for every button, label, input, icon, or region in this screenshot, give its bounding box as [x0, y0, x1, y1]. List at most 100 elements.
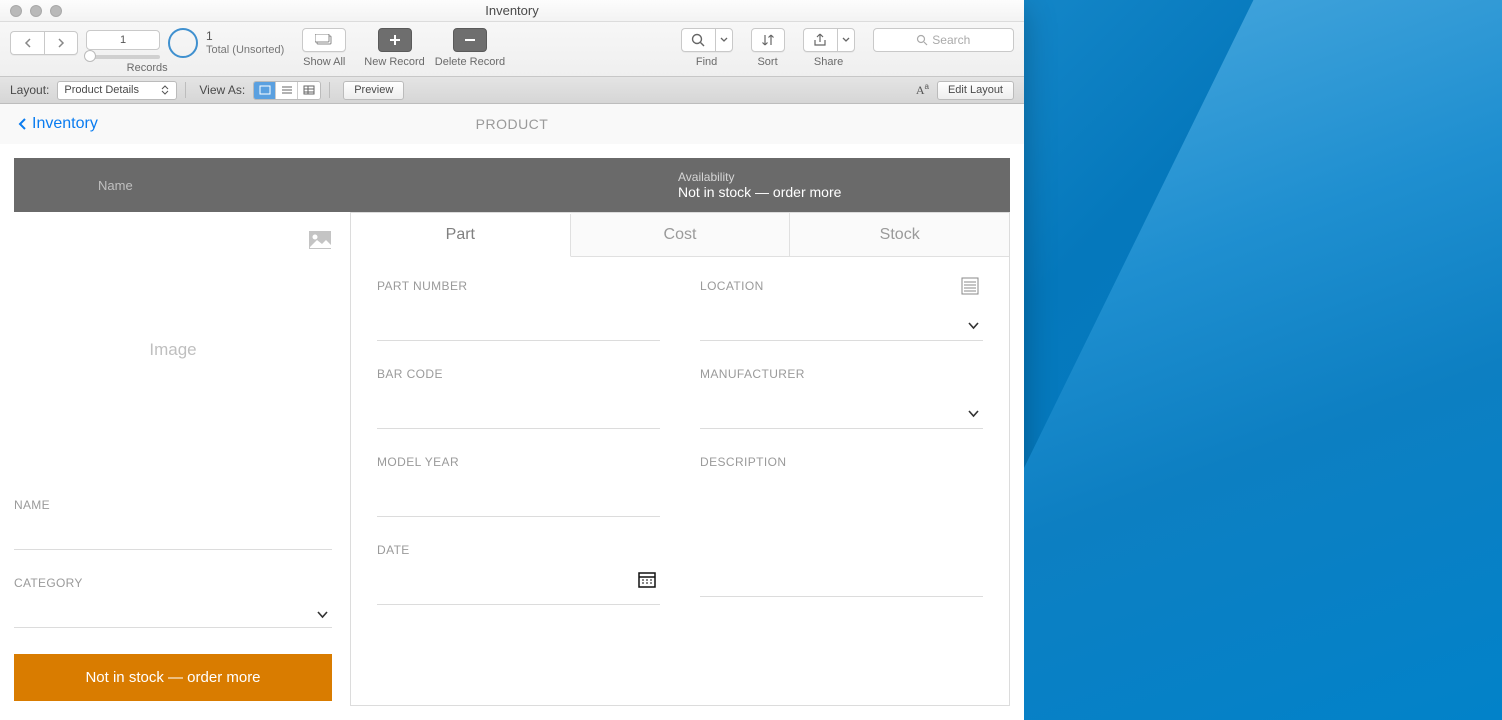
- part-number-input[interactable]: [377, 303, 660, 341]
- availability-value: Not in stock — order more: [678, 184, 841, 200]
- chevron-down-icon: [968, 408, 979, 419]
- form-view-icon: [259, 85, 271, 95]
- bar-code-label: BAR CODE: [377, 367, 660, 381]
- location-select[interactable]: [700, 303, 983, 341]
- tab-stock[interactable]: Stock: [790, 213, 1009, 256]
- view-mode-segment: [253, 81, 321, 100]
- new-record-label: New Record: [364, 56, 425, 68]
- share-menu-button[interactable]: [837, 28, 855, 52]
- calendar-icon: [638, 572, 656, 588]
- category-select[interactable]: [14, 596, 332, 628]
- share-icon: [813, 33, 827, 47]
- records-group: 1 1 Total (Unsorted) Records: [10, 28, 284, 74]
- minimize-icon[interactable]: [30, 5, 42, 17]
- new-record-group: New Record: [364, 28, 425, 68]
- toolbar: 1 1 Total (Unsorted) Records Show All: [0, 22, 1024, 77]
- chevron-right-icon: [57, 38, 65, 48]
- share-label: Share: [814, 56, 843, 68]
- sort-group: Sort: [751, 28, 785, 68]
- record-header-band: Name Availability Not in stock — order m…: [14, 158, 1010, 212]
- sort-button[interactable]: [751, 28, 785, 52]
- window-controls: [0, 5, 62, 17]
- find-label: Find: [696, 56, 717, 68]
- quick-search-input[interactable]: Search: [873, 28, 1014, 52]
- location-label: LOCATION: [700, 279, 983, 293]
- date-input[interactable]: [377, 567, 660, 605]
- manufacturer-select[interactable]: [700, 391, 983, 429]
- image-dropzone[interactable]: Image: [14, 230, 332, 470]
- view-table-button[interactable]: [298, 82, 320, 99]
- record-count: 1: [206, 30, 284, 43]
- updown-icon: [160, 85, 170, 95]
- magnifier-icon: [916, 34, 928, 46]
- layout-selector[interactable]: Product Details: [57, 81, 177, 100]
- sort-label: Sort: [757, 56, 777, 68]
- record-position-field[interactable]: 1: [86, 30, 160, 50]
- header-name-label: Name: [38, 178, 678, 193]
- delete-record-button[interactable]: [453, 28, 487, 52]
- page-title: PRODUCT: [0, 116, 1024, 132]
- name-input[interactable]: [14, 518, 332, 550]
- tab-cost[interactable]: Cost: [571, 213, 791, 256]
- availability-label: Availability: [678, 170, 841, 184]
- layout-bar: Layout: Product Details View As: Preview…: [0, 77, 1024, 104]
- records-label: Records: [127, 62, 168, 74]
- record-body: Image NAME CATEGORY Not in stock — order…: [0, 212, 1024, 720]
- titlebar: Inventory: [0, 0, 1024, 22]
- stock-status-chip: Not in stock — order more: [14, 654, 332, 701]
- found-set-pie-icon[interactable]: [168, 28, 198, 58]
- tab-part[interactable]: Part: [351, 214, 571, 257]
- record-slider[interactable]: [86, 55, 160, 59]
- name-field-label: NAME: [14, 498, 332, 512]
- minus-icon: [464, 34, 476, 46]
- image-icon: [308, 230, 332, 250]
- chevron-left-icon: [24, 38, 32, 48]
- find-menu-button[interactable]: [715, 28, 733, 52]
- part-form: PART NUMBER LOCATION BAR CODE MANU: [351, 257, 1009, 627]
- share-button[interactable]: [803, 28, 837, 52]
- next-record-button[interactable]: [44, 31, 78, 55]
- model-year-input[interactable]: [377, 479, 660, 517]
- text-format-button[interactable]: Aa: [916, 82, 929, 98]
- table-view-icon: [303, 85, 315, 95]
- show-all-icon: [315, 34, 333, 46]
- edit-layout-button[interactable]: Edit Layout: [937, 81, 1014, 100]
- plus-icon: [389, 34, 401, 46]
- date-label: DATE: [377, 543, 660, 557]
- part-number-label: PART NUMBER: [377, 279, 660, 293]
- detail-tabs: Part Cost Stock: [351, 213, 1009, 257]
- location-lookup-button[interactable]: [961, 277, 979, 300]
- chevron-down-icon: [842, 37, 850, 43]
- description-input[interactable]: [700, 479, 983, 597]
- chevron-down-icon: [968, 320, 979, 331]
- close-icon[interactable]: [10, 5, 22, 17]
- zoom-icon[interactable]: [50, 5, 62, 17]
- back-breadcrumb[interactable]: Inventory: [18, 115, 98, 133]
- preview-button[interactable]: Preview: [343, 81, 404, 100]
- view-list-button[interactable]: [276, 82, 298, 99]
- view-as-label: View As:: [199, 83, 245, 97]
- magnifier-icon: [691, 33, 705, 47]
- manufacturer-label: MANUFACTURER: [700, 367, 983, 381]
- find-button[interactable]: [681, 28, 715, 52]
- share-group: Share: [803, 28, 855, 68]
- chevron-left-icon: [18, 117, 28, 131]
- sort-icon: [761, 33, 775, 47]
- prev-record-button[interactable]: [10, 31, 44, 55]
- breadcrumb-bar: Inventory PRODUCT: [0, 104, 1024, 144]
- date-picker-button[interactable]: [638, 572, 656, 593]
- detail-panel: Part Cost Stock PART NUMBER LOCATION: [350, 212, 1010, 706]
- chevron-down-icon: [720, 37, 728, 43]
- layout-label: Layout:: [10, 83, 49, 97]
- list-lookup-icon: [961, 277, 979, 295]
- app-window: Inventory 1 1: [0, 0, 1024, 720]
- description-label: DESCRIPTION: [700, 455, 983, 469]
- window-title: Inventory: [0, 3, 1024, 18]
- find-group: Find: [681, 28, 733, 68]
- bar-code-input[interactable]: [377, 391, 660, 429]
- category-field-label: CATEGORY: [14, 576, 332, 590]
- new-record-button[interactable]: [378, 28, 412, 52]
- model-year-label: MODEL YEAR: [377, 455, 660, 469]
- view-form-button[interactable]: [254, 82, 276, 99]
- show-all-button[interactable]: [302, 28, 346, 52]
